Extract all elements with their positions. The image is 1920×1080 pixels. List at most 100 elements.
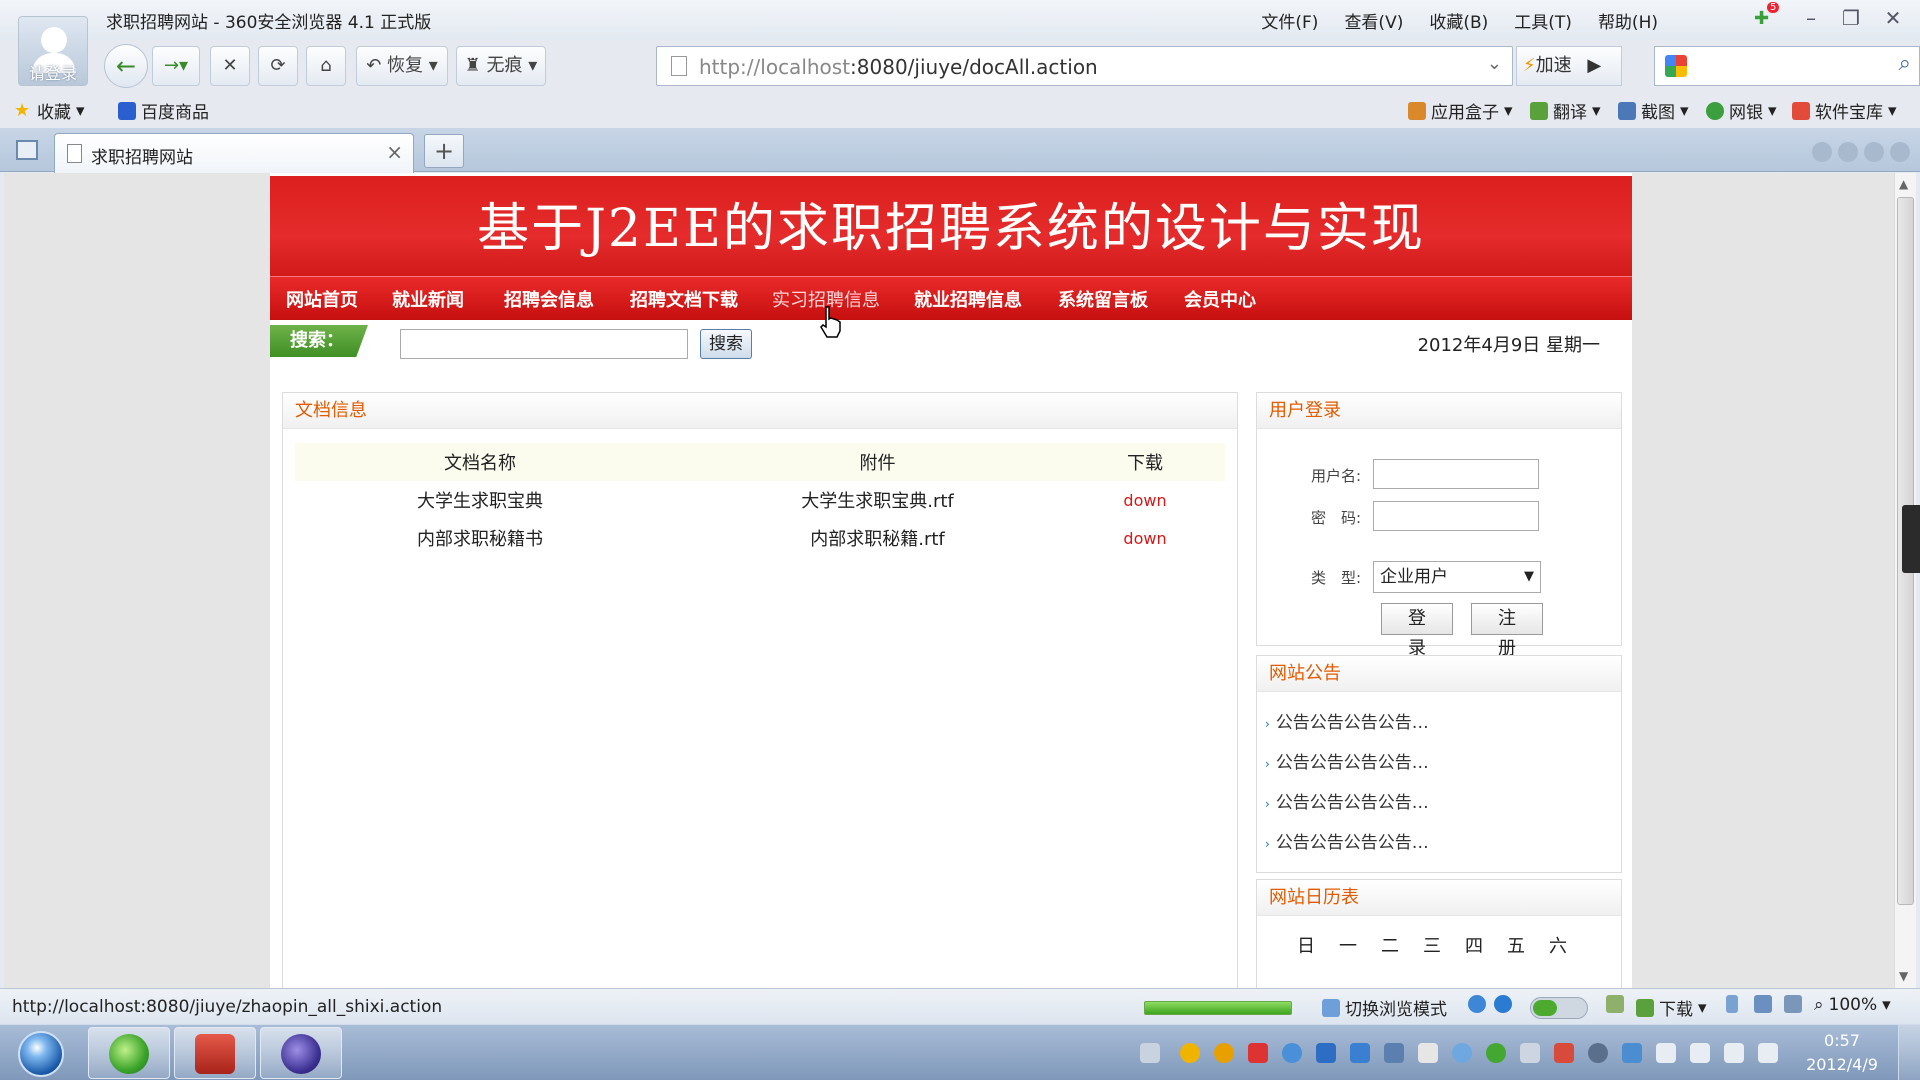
refresh-button[interactable]: ⟳ bbox=[258, 46, 298, 86]
show-desktop-button[interactable] bbox=[1898, 1025, 1920, 1080]
menu-favorites[interactable]: 收藏(B) bbox=[1429, 8, 1488, 33]
settings-icon[interactable] bbox=[1588, 1043, 1608, 1063]
search-engine-box[interactable]: ⌕ bbox=[1654, 46, 1920, 86]
taskbar-eclipse[interactable] bbox=[260, 1027, 342, 1079]
list-item[interactable]: › 公告公告公告公告… bbox=[1265, 748, 1429, 788]
network-icon[interactable] bbox=[1724, 1043, 1744, 1063]
pen-icon[interactable] bbox=[1554, 1043, 1574, 1063]
tab-scroll-left-icon[interactable] bbox=[1812, 142, 1832, 162]
volume-icon[interactable] bbox=[1758, 1043, 1778, 1063]
shield-icon[interactable] bbox=[1316, 1043, 1336, 1063]
calculator-icon[interactable] bbox=[1606, 995, 1624, 1013]
taskbar-browser-360[interactable] bbox=[88, 1027, 170, 1079]
scroll-up-icon[interactable]: ▲ bbox=[1899, 177, 1908, 191]
flag-icon[interactable] bbox=[1656, 1043, 1676, 1063]
search-input[interactable] bbox=[400, 329, 688, 359]
antivirus-icon[interactable] bbox=[1248, 1043, 1268, 1063]
nav-employment[interactable]: 就业招聘信息 bbox=[914, 286, 1022, 312]
search-engine-icon[interactable] bbox=[1665, 55, 1687, 77]
close-window-button[interactable]: ✕ bbox=[1878, 6, 1908, 32]
taskbar-toolbox[interactable] bbox=[174, 1027, 256, 1079]
mode-toggle[interactable] bbox=[1530, 997, 1588, 1019]
forward-button[interactable]: →▾ bbox=[152, 46, 200, 86]
menu-tools[interactable]: 工具(T) bbox=[1514, 8, 1572, 33]
username-field[interactable] bbox=[1373, 459, 1539, 489]
incognito-button[interactable]: ♜ 无痕 ▾ bbox=[456, 46, 546, 86]
speed-up-button[interactable]: ⚡加速 ▶ bbox=[1516, 46, 1622, 86]
nav-message-board[interactable]: 系统留言板 bbox=[1058, 286, 1148, 312]
restore-button[interactable]: ❐ bbox=[1836, 6, 1866, 32]
usb-icon[interactable] bbox=[1520, 1043, 1540, 1063]
menu-help[interactable]: 帮助(H) bbox=[1598, 8, 1658, 33]
favorites-menu[interactable]: ★ 收藏 ▾ bbox=[14, 98, 85, 124]
address-bar[interactable]: http://localhost:8080/jiuye/docAll.actio… bbox=[656, 46, 1513, 86]
search-icon[interactable]: ⌕ bbox=[1899, 51, 1911, 76]
back-button[interactable]: ← bbox=[104, 44, 148, 88]
close-tab-icon[interactable]: × bbox=[386, 140, 403, 164]
netbank-button[interactable]: 网银 ▾ bbox=[1706, 98, 1777, 123]
qq-icon[interactable] bbox=[1180, 1043, 1200, 1063]
register-button[interactable]: 注 册 bbox=[1471, 603, 1543, 659]
refresh-icon: ⟳ bbox=[270, 55, 286, 76]
login-button[interactable]: 登 录 bbox=[1381, 603, 1453, 659]
user-type-select[interactable]: 企业用户 ▼ bbox=[1373, 561, 1541, 593]
scroll-down-icon[interactable]: ▼ bbox=[1899, 969, 1908, 983]
sync-icon[interactable] bbox=[1486, 1043, 1506, 1063]
baidu-shopping-link[interactable]: 百度商品 bbox=[118, 98, 209, 123]
tab-list-icon[interactable] bbox=[1864, 142, 1884, 162]
notepad-icon[interactable] bbox=[1418, 1043, 1438, 1063]
qq-alt-icon[interactable] bbox=[1214, 1043, 1234, 1063]
network-globe-icon[interactable] bbox=[1282, 1043, 1302, 1063]
speaker-icon[interactable] bbox=[1784, 995, 1802, 1013]
stop-button[interactable]: ✕ bbox=[210, 46, 250, 86]
software-store-button[interactable]: 软件宝库 ▾ bbox=[1792, 98, 1897, 123]
user-login-avatar[interactable]: 请登录 bbox=[18, 16, 88, 86]
menu-view[interactable]: 查看(V) bbox=[1344, 8, 1403, 33]
system-clock[interactable]: 0:57 2012/4/9 bbox=[1802, 1029, 1882, 1077]
close-all-icon[interactable] bbox=[1890, 142, 1910, 162]
screenshot-button[interactable]: 截图 ▾ bbox=[1618, 98, 1689, 123]
list-item[interactable]: › 公告公告公告公告… bbox=[1265, 828, 1429, 868]
minimize-button[interactable]: – bbox=[1796, 6, 1826, 32]
device-icon[interactable] bbox=[1690, 1043, 1710, 1063]
grid-icon[interactable] bbox=[1384, 1043, 1404, 1063]
home-button[interactable]: ⌂ bbox=[306, 46, 346, 86]
security-shield-icon[interactable] bbox=[1350, 1043, 1370, 1063]
security-icon[interactable] bbox=[1494, 995, 1512, 1013]
list-item[interactable]: › 公告公告公告公告… bbox=[1265, 788, 1429, 828]
chat-icon[interactable] bbox=[1452, 1043, 1472, 1063]
display-icon[interactable] bbox=[1622, 1043, 1642, 1063]
keyboard-icon[interactable] bbox=[1754, 995, 1772, 1013]
weekday-wed: 三 bbox=[1423, 936, 1441, 957]
ie-icon[interactable] bbox=[1468, 995, 1486, 1013]
nav-doc-download[interactable]: 招聘文档下载 bbox=[630, 286, 738, 312]
password-field[interactable] bbox=[1373, 501, 1539, 531]
nav-member-center[interactable]: 会员中心 bbox=[1184, 286, 1256, 312]
nav-home[interactable]: 网站首页 bbox=[286, 286, 358, 312]
address-url[interactable]: http://localhost:8080/jiuye/docAll.actio… bbox=[699, 55, 1098, 79]
zoom-control[interactable]: ⌕ 100% ▾ bbox=[1814, 995, 1891, 1015]
new-tab-button[interactable]: + bbox=[424, 134, 464, 168]
battery-icon[interactable] bbox=[1726, 995, 1738, 1013]
search-button[interactable]: 搜索 bbox=[700, 329, 752, 359]
keyboard-tray-icon[interactable] bbox=[1140, 1043, 1160, 1063]
restore-tabs-button[interactable]: ↶ 恢复 ▾ bbox=[356, 46, 448, 86]
download-button[interactable]: 下载 ▾ bbox=[1636, 995, 1707, 1020]
translate-button[interactable]: 翻译 ▾ bbox=[1530, 98, 1601, 123]
download-link[interactable]: down bbox=[1090, 529, 1200, 548]
tab-job-site[interactable]: 求职招聘网站 × bbox=[54, 133, 414, 173]
nav-news[interactable]: 就业新闻 bbox=[392, 286, 464, 312]
pin-icon[interactable]: ✚ 5 bbox=[1754, 2, 1780, 30]
chevron-down-icon[interactable]: ⌄ bbox=[1487, 53, 1502, 74]
sidebar-toggle-icon[interactable] bbox=[16, 140, 38, 160]
app-box-button[interactable]: 应用盒子 ▾ bbox=[1408, 98, 1513, 123]
side-panel-handle[interactable] bbox=[1902, 505, 1920, 573]
menu-file[interactable]: 文件(F) bbox=[1261, 8, 1318, 33]
switch-mode-button[interactable]: 切换浏览模式 bbox=[1322, 995, 1447, 1020]
list-item[interactable]: › 公告公告公告公告… bbox=[1265, 708, 1429, 748]
download-link[interactable]: down bbox=[1090, 491, 1200, 510]
start-button[interactable] bbox=[18, 1031, 64, 1077]
vertical-scrollbar[interactable]: ▲ ▼ bbox=[1894, 173, 1916, 988]
tab-scroll-right-icon[interactable] bbox=[1838, 142, 1858, 162]
nav-job-fair[interactable]: 招聘会信息 bbox=[504, 286, 594, 312]
